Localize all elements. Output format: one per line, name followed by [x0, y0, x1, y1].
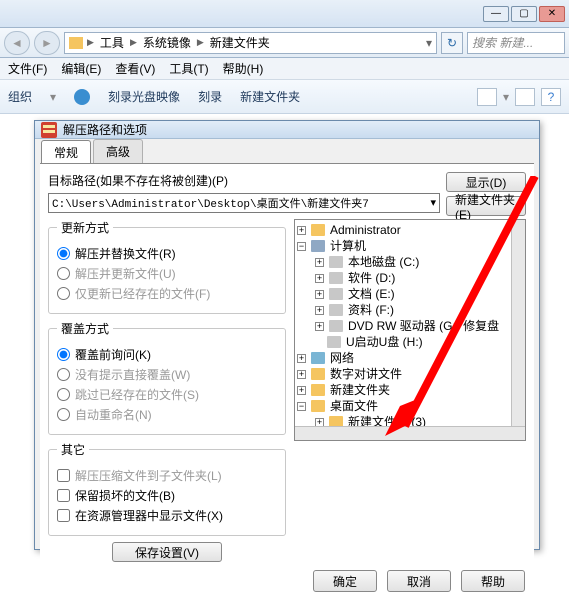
chevron-down-icon[interactable]: ▾	[426, 36, 432, 50]
radio-overwrite[interactable]: 没有提示直接覆盖(W)	[57, 366, 277, 383]
show-button[interactable]: 显示(D)	[446, 172, 526, 192]
burn-image-button[interactable]: 刻录光盘映像	[108, 88, 180, 105]
menu-tools[interactable]: 工具(T)	[169, 60, 208, 77]
overwrite-legend: 覆盖方式	[57, 320, 113, 337]
radio-skip[interactable]: 跳过已经存在的文件(S)	[57, 386, 277, 403]
radio-rename[interactable]: 自动重命名(N)	[57, 406, 277, 423]
new-folder-button[interactable]: 新建文件夹(E)	[446, 196, 526, 216]
check-keep-broken[interactable]: 保留损坏的文件(B)	[57, 487, 277, 504]
scrollbar-vertical[interactable]	[511, 220, 525, 426]
help-button[interactable]: 帮助	[461, 570, 525, 592]
address-bar[interactable]: ▶ 工具 ▶ 系统镜像 ▶ 新建文件夹 ▾	[64, 32, 437, 54]
check-subfolders[interactable]: 解压压缩文件到子文件夹(L)	[57, 467, 277, 484]
dialog-title: 解压路径和选项	[63, 121, 147, 138]
menu-help[interactable]: 帮助(H)	[223, 60, 264, 77]
breadcrumb[interactable]: 新建文件夹	[208, 34, 272, 51]
folder-icon	[69, 37, 83, 49]
cancel-button[interactable]: 取消	[387, 570, 451, 592]
close-button[interactable]: ✕	[539, 6, 565, 22]
tab-general[interactable]: 常规	[41, 140, 91, 164]
menu-view[interactable]: 查看(V)	[115, 60, 155, 77]
update-legend: 更新方式	[57, 219, 113, 236]
radio-freshen[interactable]: 仅更新已经存在的文件(F)	[57, 285, 277, 302]
breadcrumb[interactable]: 系统镜像	[141, 34, 193, 51]
preview-pane-button[interactable]	[515, 88, 535, 106]
organize-button[interactable]: 组织	[8, 88, 32, 105]
refresh-button[interactable]: ↻	[441, 32, 463, 54]
chevron-down-icon[interactable]: ▾	[503, 90, 509, 104]
path-value: C:\Users\Administrator\Desktop\桌面文件\新建文件…	[52, 195, 369, 211]
extract-dialog: 解压路径和选项 常规 高级 目标路径(如果不存在将被创建)(P) 显示(D) 新…	[34, 120, 540, 550]
menu-edit[interactable]: 编辑(E)	[61, 60, 101, 77]
chevron-down-icon[interactable]: ▾	[50, 90, 56, 104]
ok-button[interactable]: 确定	[313, 570, 377, 592]
forward-button[interactable]: ►	[34, 31, 60, 55]
save-settings-button[interactable]: 保存设置(V)	[112, 542, 222, 562]
chevron-down-icon[interactable]: ▾	[430, 196, 436, 210]
menu-file[interactable]: 文件(F)	[8, 60, 47, 77]
other-legend: 其它	[57, 441, 89, 458]
minimize-button[interactable]: —	[483, 6, 509, 22]
search-input[interactable]: 搜索 新建...	[467, 32, 565, 54]
scrollbar-horizontal[interactable]	[295, 426, 525, 440]
burn-button[interactable]: 刻录	[198, 88, 222, 105]
radio-ask[interactable]: 覆盖前询问(K)	[57, 346, 277, 363]
help-icon[interactable]: ?	[541, 88, 561, 106]
radio-extract-replace[interactable]: 解压并替换文件(R)	[57, 245, 277, 262]
path-combo[interactable]: C:\Users\Administrator\Desktop\桌面文件\新建文件…	[48, 193, 440, 213]
new-folder-button[interactable]: 新建文件夹	[240, 88, 300, 105]
breadcrumb[interactable]: 工具	[98, 34, 126, 51]
winrar-icon	[41, 122, 57, 138]
radio-extract-update[interactable]: 解压并更新文件(U)	[57, 265, 277, 282]
check-show-explorer[interactable]: 在资源管理器中显示文件(X)	[57, 507, 277, 524]
back-button[interactable]: ◄	[4, 31, 30, 55]
disc-icon	[74, 89, 90, 105]
view-button[interactable]	[477, 88, 497, 106]
maximize-button[interactable]: ▢	[511, 6, 537, 22]
folder-tree[interactable]: +Administrator −计算机 +本地磁盘 (C:) +软件 (D:) …	[294, 219, 526, 441]
tab-advanced[interactable]: 高级	[93, 139, 143, 163]
